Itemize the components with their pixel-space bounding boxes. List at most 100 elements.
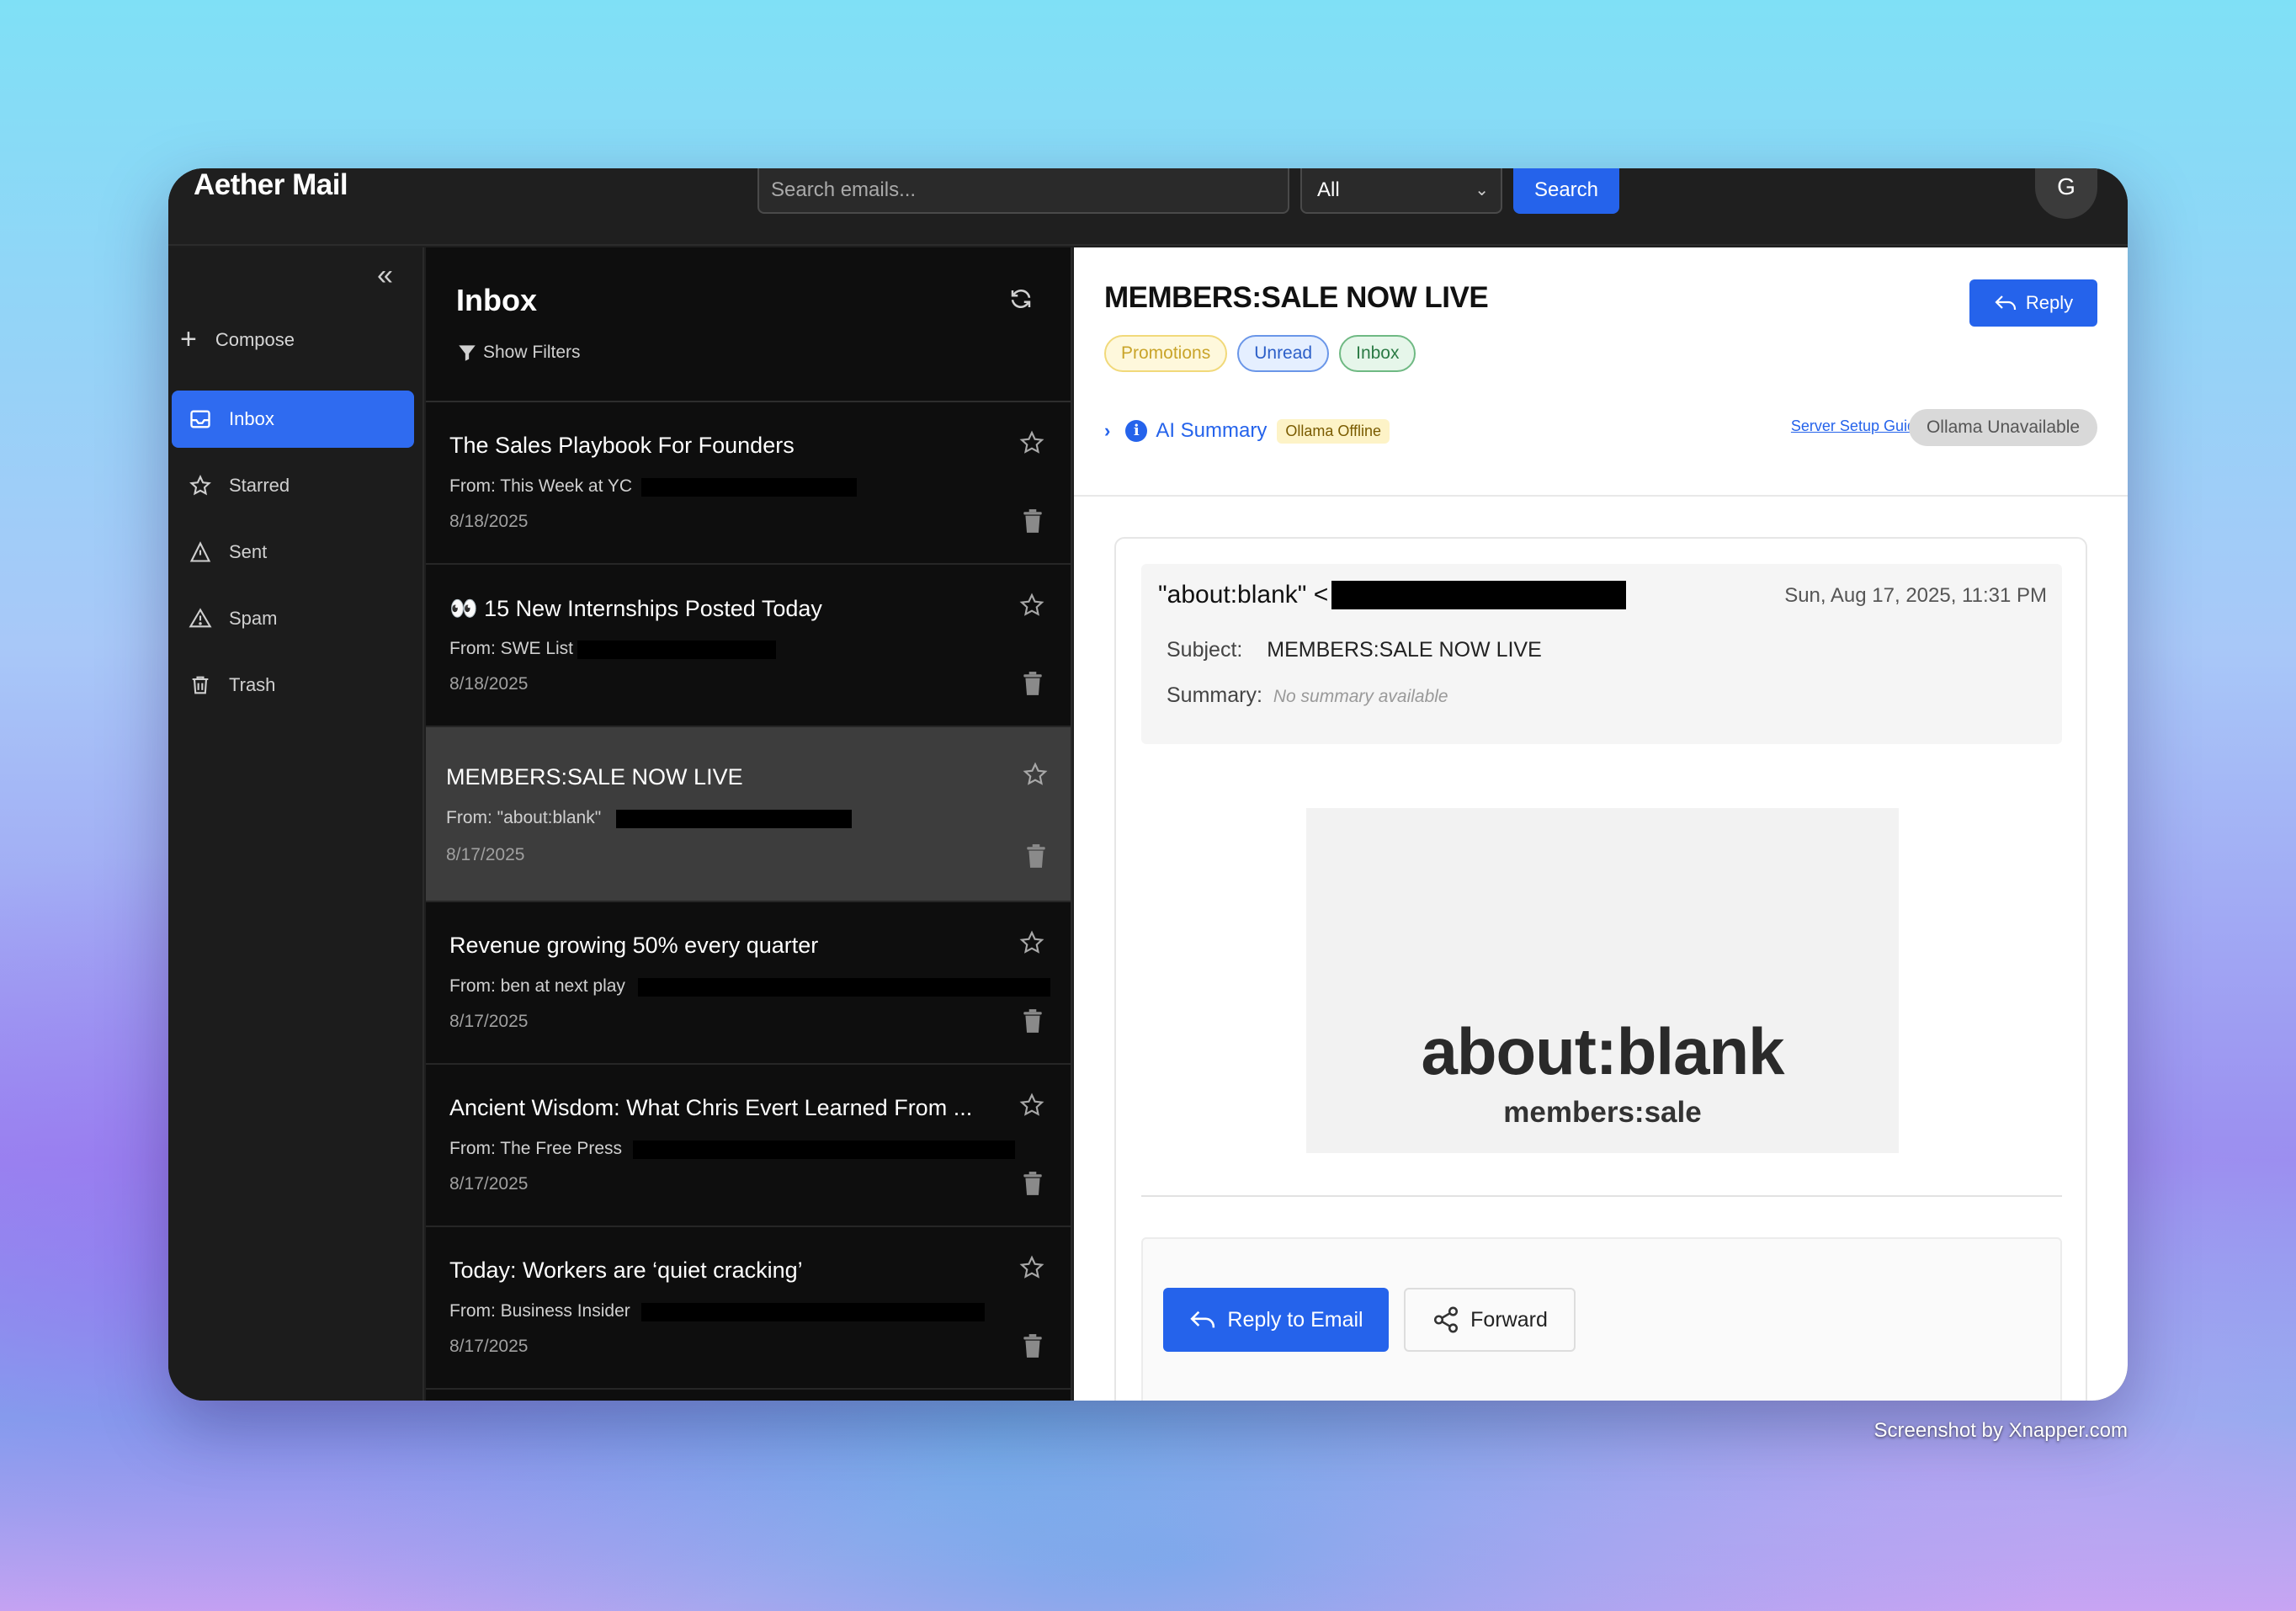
- tag-promotions[interactable]: Promotions: [1104, 335, 1228, 372]
- star-icon: [189, 475, 211, 496]
- trash-icon[interactable]: [1022, 1171, 1044, 1196]
- list-item[interactable]: The Sales Playbook For Founders From: Th…: [426, 402, 1071, 565]
- compose-button[interactable]: + Compose: [180, 323, 295, 356]
- forward-label: Forward: [1470, 1307, 1548, 1332]
- tag-unread[interactable]: Unread: [1237, 335, 1330, 372]
- reply-label: Reply: [2025, 292, 2074, 313]
- avatar[interactable]: G: [2035, 168, 2097, 219]
- sidebar-item-sent[interactable]: Sent: [172, 524, 414, 581]
- tag-inbox[interactable]: Inbox: [1339, 335, 1416, 372]
- redacted-address: [641, 478, 857, 497]
- trash-icon[interactable]: [1022, 1008, 1044, 1034]
- forward-button[interactable]: Forward: [1404, 1288, 1576, 1352]
- show-filters-button[interactable]: Show Filters: [456, 342, 581, 364]
- trash-icon[interactable]: [1022, 1333, 1044, 1358]
- email-date: 8/17/2025: [446, 845, 525, 864]
- email-subject: Revenue growing 50% every quarter: [449, 933, 819, 958]
- email-body-preview: about:blank members:sale: [1306, 808, 1899, 1153]
- email-from: From: The Free Press: [449, 1139, 622, 1158]
- share-icon: [1434, 1306, 1459, 1333]
- sidebar-item-spam[interactable]: Spam: [172, 590, 414, 647]
- email-date: 8/18/2025: [449, 512, 529, 531]
- subject-value: MEMBERS:SALE NOW LIVE: [1267, 638, 1542, 662]
- sidebar: « + Compose Inbox Starred Sent Spam Tras…: [168, 247, 424, 1401]
- trash-icon[interactable]: [1025, 843, 1047, 869]
- email-date: 8/17/2025: [449, 1337, 529, 1356]
- redacted-address: [633, 1140, 1015, 1159]
- email-subject: Ancient Wisdom: What Chris Evert Learned…: [449, 1095, 973, 1120]
- sent-date: Sun, Aug 17, 2025, 11:31 PM: [1784, 584, 2047, 607]
- refresh-icon[interactable]: [1008, 286, 1034, 311]
- sidebar-item-inbox[interactable]: Inbox: [172, 391, 414, 448]
- email-subject: MEMBERS:SALE NOW LIVE: [446, 764, 743, 790]
- email-subject: The Sales Playbook For Founders: [449, 433, 795, 458]
- ai-summary-label: AI Summary: [1156, 419, 1268, 442]
- list-item-selected[interactable]: MEMBERS:SALE NOW LIVE From: "about:blank…: [426, 727, 1071, 902]
- reply-button[interactable]: Reply: [1969, 279, 2097, 327]
- sidebar-item-starred[interactable]: Starred: [172, 457, 414, 514]
- top-bar: Aether Mail Search emails... All ⌄ Searc…: [168, 168, 2128, 246]
- email-from: From: Business Insider: [449, 1301, 630, 1321]
- star-icon[interactable]: [1018, 1092, 1045, 1119]
- list-item[interactable]: 👀 15 New Internships Posted Today From: …: [426, 565, 1071, 727]
- message-meta: "about:blank" < Sun, Aug 17, 2025, 11:31…: [1141, 564, 2062, 744]
- list-item[interactable]: Today: Workers are ‘quiet cracking’ From…: [426, 1227, 1071, 1390]
- ollama-status-badge: Ollama Offline: [1277, 418, 1390, 444]
- server-setup-link[interactable]: Server Setup Guide: [1791, 417, 1924, 435]
- star-icon[interactable]: [1022, 761, 1049, 788]
- search-button[interactable]: Search: [1513, 168, 1619, 214]
- email-from: From: ben at next play: [449, 976, 625, 996]
- screenshot-credit: Screenshot by Xnapper.com: [1873, 1419, 2128, 1442]
- reply-icon: [1190, 1311, 1215, 1328]
- subject-row: Subject: MEMBERS:SALE NOW LIVE: [1167, 638, 1542, 662]
- search-scope-select[interactable]: All ⌄: [1300, 168, 1502, 214]
- inbox-icon: [190, 410, 210, 428]
- email-subject: 👀 15 New Internships Posted Today: [449, 596, 822, 621]
- summary-label: Summary:: [1167, 683, 1262, 707]
- email-list: Inbox Show Filters The Sales Playbook Fo…: [426, 247, 1072, 1401]
- sidebar-item-trash[interactable]: Trash: [172, 657, 414, 714]
- plus-icon: +: [180, 323, 197, 355]
- star-icon[interactable]: [1018, 429, 1045, 456]
- email-from: From: SWE List: [449, 639, 574, 658]
- send-icon: [189, 541, 211, 562]
- sender: "about:blank" <: [1158, 581, 1627, 609]
- redacted-address: [638, 978, 1050, 997]
- chevron-right-icon: ›: [1104, 420, 1111, 441]
- collapse-sidebar-icon[interactable]: «: [377, 259, 393, 292]
- app-window: Aether Mail Search emails... All ⌄ Searc…: [168, 168, 2128, 1401]
- warning-icon: [189, 608, 212, 628]
- sidebar-item-label: Sent: [229, 541, 268, 562]
- email-detail: MEMBERS:SALE NOW LIVE Reply Promotions U…: [1074, 247, 2128, 1401]
- compose-label: Compose: [215, 328, 295, 350]
- star-icon[interactable]: [1018, 929, 1045, 956]
- star-icon[interactable]: [1018, 592, 1045, 619]
- email-from: From: This Week at YC: [449, 476, 633, 496]
- star-icon[interactable]: [1018, 1254, 1045, 1281]
- tag-list: Promotions Unread Inbox: [1104, 335, 1426, 372]
- sidebar-item-label: Trash: [229, 674, 276, 695]
- message-actions: Reply to Email Forward: [1141, 1237, 2062, 1401]
- email-date: 8/17/2025: [449, 1174, 529, 1194]
- ollama-unavailable-button[interactable]: Ollama Unavailable: [1909, 409, 2097, 446]
- email-title: MEMBERS:SALE NOW LIVE: [1104, 281, 1489, 314]
- reply-to-email-button[interactable]: Reply to Email: [1163, 1288, 1389, 1352]
- reply-icon: [1995, 295, 2016, 310]
- summary-row: Summary: No summary available: [1167, 683, 1448, 708]
- info-icon: i: [1125, 420, 1148, 442]
- trash-icon[interactable]: [1022, 671, 1044, 696]
- show-filters-label: Show Filters: [483, 343, 581, 362]
- message-card: "about:blank" < Sun, Aug 17, 2025, 11:31…: [1114, 537, 2087, 1401]
- preview-heading: about:blank: [1421, 1014, 1785, 1088]
- trash-icon[interactable]: [1022, 508, 1044, 534]
- chevron-down-icon: ⌄: [1475, 181, 1489, 199]
- redacted-address: [641, 1303, 985, 1321]
- list-item[interactable]: Revenue growing 50% every quarter From: …: [426, 902, 1071, 1065]
- list-item[interactable]: Ancient Wisdom: What Chris Evert Learned…: [426, 1065, 1071, 1227]
- sidebar-item-label: Starred: [229, 475, 290, 496]
- redacted-address: [577, 641, 776, 659]
- list-header: Inbox Show Filters: [426, 247, 1071, 402]
- email-from: From: "about:blank": [446, 808, 602, 827]
- sidebar-nav: Inbox Starred Sent Spam Trash: [172, 391, 414, 723]
- search-input[interactable]: Search emails...: [757, 168, 1289, 214]
